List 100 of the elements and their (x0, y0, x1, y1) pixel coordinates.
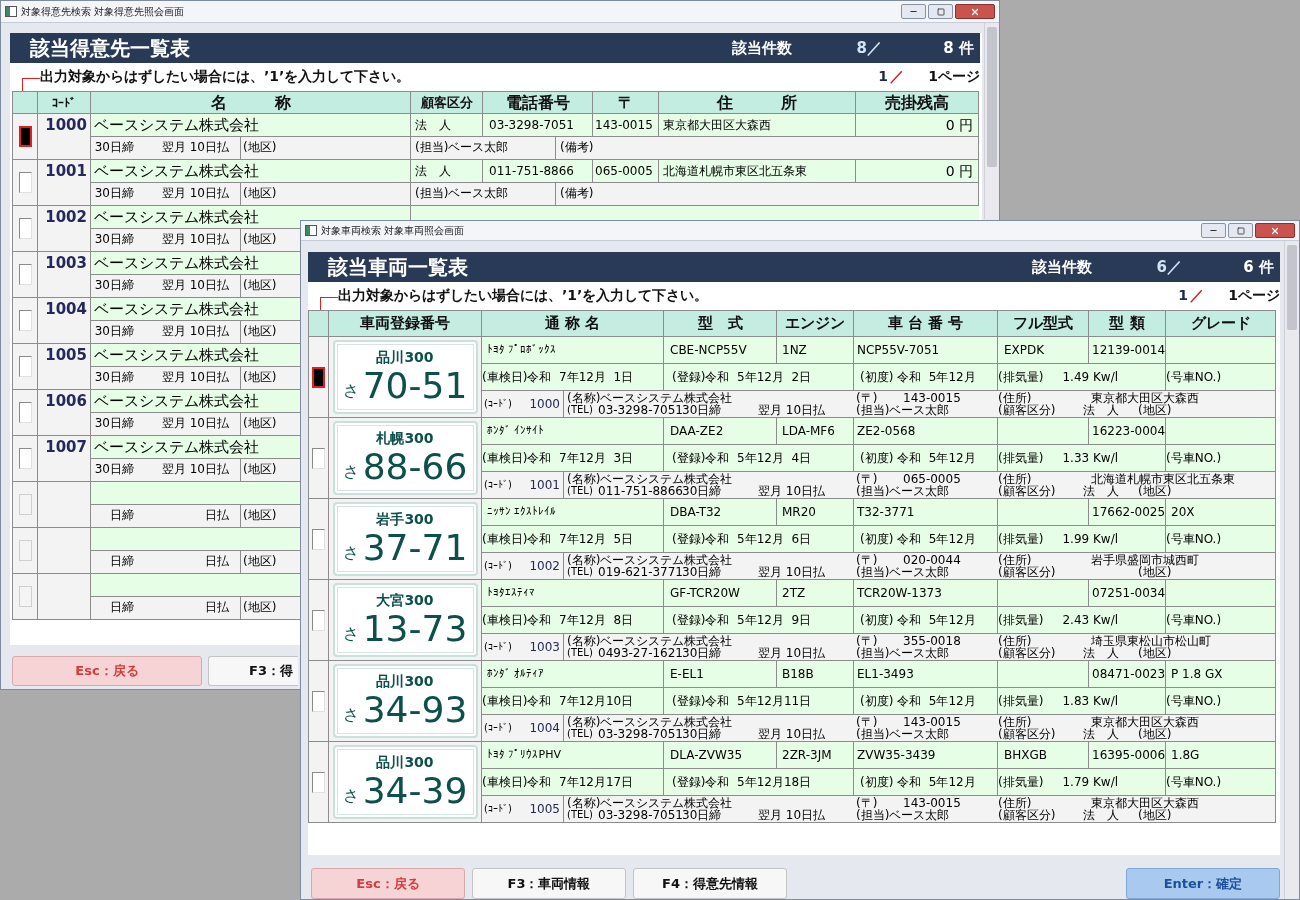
payment-day: 翌月 10日払 (758, 647, 856, 659)
payment-day: 翌月 10日払 (758, 404, 856, 416)
row-checkbox[interactable] (18, 264, 32, 285)
closing-day: 日締 (91, 505, 134, 527)
page-separator: ／ (890, 67, 904, 86)
area-label: (地区) (1138, 404, 1172, 416)
category-label: (顧客区分) (998, 809, 1057, 821)
table-cell: (登録)令和 5年12月 4日 (664, 445, 854, 471)
function-button[interactable]: F3：得 (208, 656, 298, 686)
instruction-text: 出力対象からはずしたい場合には、’1’を入力して下さい。 (40, 67, 411, 86)
row-checkbox[interactable] (18, 402, 32, 423)
table-cell: (地区) (241, 183, 411, 205)
minimize-button[interactable] (901, 4, 926, 19)
column-header: エンジン (777, 311, 854, 336)
address-label: (住所) (998, 797, 1032, 809)
table-cell: 0 円 (856, 160, 979, 182)
zip-code: 143-0015 (903, 716, 962, 728)
phone-number: 0493-27-1621 (598, 647, 682, 659)
row-checkbox[interactable] (18, 126, 32, 147)
table-cell: GF-TCR20W (664, 580, 777, 606)
category-text: 法 人 (1083, 404, 1119, 416)
tel-label: (TEL) (566, 809, 594, 821)
table-cell: DBA-T32 (664, 499, 777, 525)
category-label: (顧客区分) (998, 485, 1057, 497)
scrollbar[interactable] (1284, 241, 1299, 899)
plate-region: 品川300 (376, 753, 434, 771)
table-cell: (排気量) 1.99 Kw/l (998, 526, 1166, 552)
code-label: (ｺｰﾄﾞ) (484, 803, 512, 815)
address-label: (住所) (998, 554, 1032, 566)
row-checkbox[interactable] (312, 366, 325, 388)
table-cell: (初度) 令和 5年12月 (854, 364, 998, 390)
table-cell: 17662-0025 (1089, 499, 1166, 525)
close-button[interactable] (955, 4, 995, 19)
table-cell: 2ZR-3JM (777, 742, 854, 768)
table-cell: 065-0005 (593, 160, 659, 182)
function-button[interactable]: F4：得意先情報 (633, 868, 787, 899)
table-cell: 2TZ (777, 580, 854, 606)
table-cell: (号車NO.) (1166, 364, 1276, 390)
payment-day: 翌月 10日払 (758, 728, 856, 740)
row-checkbox[interactable] (18, 172, 32, 193)
function-button[interactable]: Enter：確定 (1126, 868, 1280, 899)
category-label: (顧客区分) (998, 728, 1057, 740)
row-checkbox[interactable] (312, 609, 325, 631)
payment-day: 翌月 10日払 (134, 459, 240, 481)
function-button[interactable]: F3：車両情報 (472, 868, 626, 899)
maximize-button[interactable] (1228, 223, 1253, 238)
payment-day: 翌月 10日払 (134, 413, 240, 435)
count-label: 該当件数 (732, 37, 792, 59)
table-cell: 011-751-8866 (483, 160, 593, 182)
address-label: (住所) (998, 473, 1032, 485)
area-label: (地区) (1138, 728, 1172, 740)
address-text: 岩手県盛岡市城西町 (1091, 554, 1199, 566)
row-checkbox[interactable] (312, 447, 325, 469)
row-checkbox[interactable] (18, 356, 32, 377)
customer-name: (名称)ベースシステム株式会社 (566, 797, 734, 809)
payment-day: 翌月 10日払 (134, 321, 240, 343)
column-header: 車 台 番 号 (854, 311, 998, 336)
customer-code: 1000 (529, 398, 560, 410)
row-checkbox[interactable] (18, 448, 32, 469)
minimize-button[interactable] (1201, 223, 1226, 238)
leader-line (22, 78, 40, 91)
close-button[interactable] (1255, 223, 1295, 238)
column-header: 通 称 名 (482, 311, 664, 336)
row-checkbox[interactable] (312, 771, 325, 793)
column-header: 電話番号 (483, 92, 593, 113)
table-cell: (備考) (556, 183, 979, 205)
scrollbar-thumb[interactable] (987, 27, 997, 167)
maximize-button[interactable] (928, 4, 953, 19)
table-cell: T32-3771 (854, 499, 998, 525)
plate-kana: さ (342, 461, 359, 483)
table-cell: P 1.8 GX (1166, 661, 1276, 687)
address-text: 東京都大田区大森西 (1091, 716, 1199, 728)
table-cell: (初度) 令和 5年12月 (854, 688, 998, 714)
column-header: フル型式 (998, 311, 1089, 336)
table-cell: (初度) 令和 5年12月 (854, 526, 998, 552)
row-checkbox[interactable] (18, 218, 32, 239)
table-cell: (初度) 令和 5年12月 (854, 769, 998, 795)
scrollbar-thumb[interactable] (1287, 245, 1297, 330)
scrollbar[interactable] (984, 23, 999, 219)
row-checkbox[interactable] (18, 310, 32, 331)
payment-day: 日払 (134, 505, 240, 527)
phone-number: 03-3298-7051 (598, 728, 682, 740)
tel-label: (TEL) (566, 728, 594, 740)
table-cell: (排気量) 1.79 Kw/l (998, 769, 1166, 795)
staff-text: (担当)ベース太郎 (856, 647, 951, 659)
table-cell: 1001 (38, 160, 91, 205)
table-cell: NCP55V-7051 (854, 337, 998, 363)
plate-kana: さ (342, 704, 359, 726)
zip-label: (〒) (856, 392, 878, 404)
code-label: (ｺｰﾄﾞ) (484, 560, 512, 572)
closing-day: 日締 (91, 551, 134, 573)
table-cell: CBE-NCP55V (664, 337, 777, 363)
row-checkbox[interactable] (312, 690, 325, 712)
row-checkbox[interactable] (312, 528, 325, 550)
closing-day: 30日締 (91, 275, 134, 297)
area-label: (地区) (1138, 647, 1172, 659)
phone-number: 03-3298-7051 (598, 404, 682, 416)
column-header: 〒 (593, 92, 659, 113)
table-cell: ZVW35-3439 (854, 742, 998, 768)
close-icon (1270, 225, 1280, 236)
